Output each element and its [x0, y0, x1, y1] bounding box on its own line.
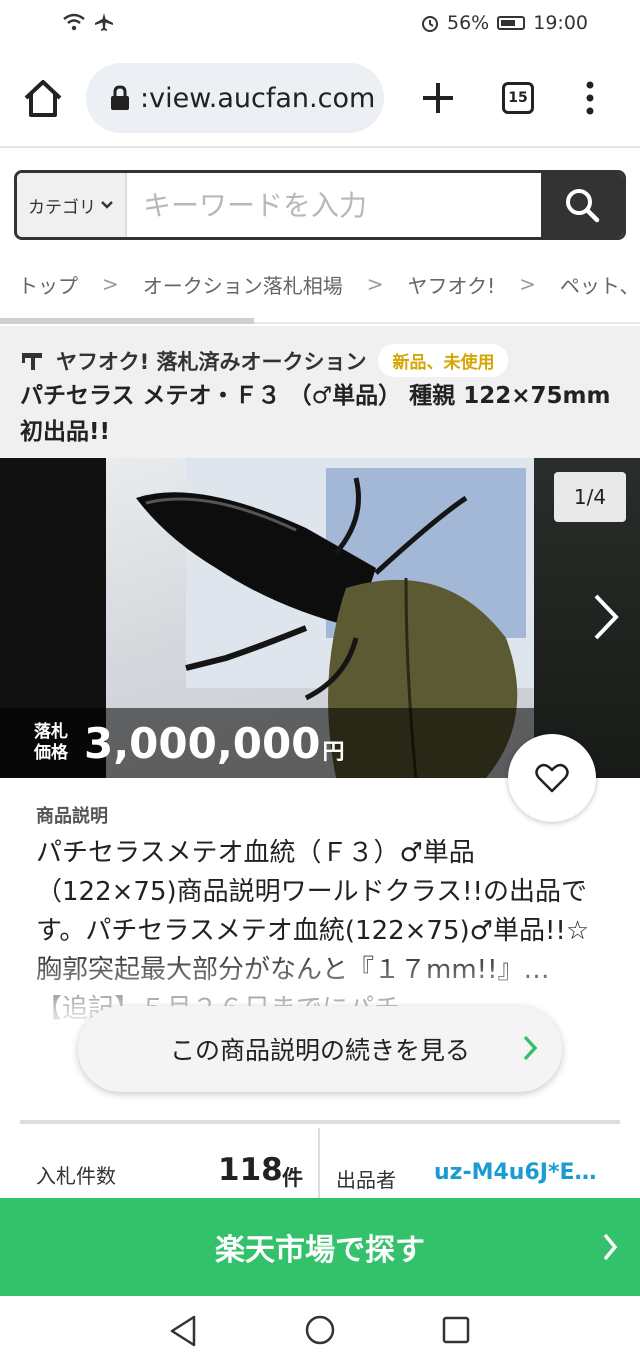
breadcrumb: トップ > オークション落札相場 > ヤフオク! > ペット、 [18, 266, 640, 302]
wifi-icon [63, 13, 85, 31]
airplane-mode-icon [95, 13, 113, 31]
show-more-description-button[interactable]: この商品説明の続きを見る [78, 1006, 562, 1092]
url-text: :view.aucfan.com [140, 82, 376, 114]
description-label: 商品説明 [36, 806, 108, 827]
category-select[interactable]: カテゴリ [17, 173, 127, 237]
home-icon[interactable] [22, 78, 64, 118]
search-icon [566, 189, 600, 223]
tab-switcher-button[interactable]: 15 [502, 82, 534, 114]
breadcrumb-item-auction-prices[interactable]: オークション落札相場 [143, 270, 343, 299]
condition-badge: 新品、未使用 [378, 344, 509, 377]
chevron-right-icon [523, 1035, 538, 1061]
price-strip: 落札 価格 3,000,000 円 [0, 708, 534, 778]
new-tab-icon[interactable] [420, 80, 456, 116]
yahoo-auction-logo-icon [22, 352, 42, 370]
chevron-right-icon [603, 1233, 618, 1261]
search-rakuten-label: 楽天市場で探す [215, 1233, 425, 1268]
recent-apps-icon[interactable] [442, 1316, 470, 1344]
browser-toolbar: :view.aucfan.com 15 [0, 48, 640, 148]
bids-label: 入札件数 [36, 1164, 116, 1188]
price-unit: 円 [322, 740, 345, 765]
status-bar: 56% 19:00 [0, 0, 640, 48]
product-title: パチセラス メテオ・Ｆ３ （♂単品） 種親 122×75mm 初出品!! [20, 383, 611, 445]
bids-unit: 件 [282, 1166, 303, 1190]
price-label: 落札 価格 [34, 722, 74, 764]
winning-price: 3,000,000 [84, 718, 321, 768]
status-left [62, 12, 114, 32]
heart-icon [535, 763, 569, 793]
breadcrumb-item-yahoo-auction[interactable]: ヤフオク! [408, 270, 496, 299]
auction-source: ヤフオク! 落札済みオークション [56, 349, 367, 374]
system-navigation-bar [0, 1296, 640, 1370]
category-select-label: カテゴリ [28, 197, 96, 218]
lock-icon [111, 85, 129, 110]
stats-divider [20, 1120, 620, 1124]
chevron-right-icon: > [366, 272, 384, 296]
clock: 19:00 [533, 12, 588, 34]
chevron-right-icon: > [519, 272, 536, 296]
alarm-icon [422, 16, 438, 32]
seller-label: 出品者 [336, 1168, 396, 1192]
status-right: 56% 19:00 [421, 12, 588, 34]
address-bar[interactable]: :view.aucfan.com [86, 63, 384, 133]
chevron-down-icon [101, 201, 113, 209]
home-circle-icon[interactable] [304, 1314, 336, 1346]
stats-vertical-divider [318, 1128, 320, 1200]
battery-icon [497, 16, 526, 30]
breadcrumb-item-top[interactable]: トップ [18, 270, 78, 299]
chevron-right-icon[interactable] [590, 592, 620, 642]
product-header: ヤフオク! 落札済みオークション 新品、未使用 パチセラス メテオ・Ｆ３ （♂単… [0, 326, 640, 458]
stats-row: 入札件数 118 件 出品者 uz-M4u6J*E… [0, 1128, 640, 1200]
back-icon[interactable] [168, 1314, 198, 1348]
search-bar: カテゴリ [14, 170, 626, 240]
seller-link[interactable]: uz-M4u6J*E… [434, 1160, 597, 1185]
bids-count: 118 [218, 1152, 283, 1188]
more-vert-icon[interactable] [582, 80, 598, 116]
favorite-button[interactable] [508, 734, 596, 822]
breadcrumb-scroll-indicator [0, 318, 254, 324]
search-input[interactable] [127, 173, 541, 237]
image-counter: 1/4 [554, 472, 626, 522]
show-more-label: この商品説明の続きを見る [169, 1036, 470, 1065]
auction-source-line: ヤフオク! 落札済みオークション 新品、未使用 [20, 344, 509, 377]
breadcrumb-item-pets[interactable]: ペット、 [560, 270, 640, 299]
search-rakuten-button[interactable]: 楽天市場で探す [0, 1198, 640, 1296]
battery-percent: 56% [447, 12, 490, 34]
chevron-right-icon: > [102, 272, 119, 296]
search-button[interactable] [541, 173, 623, 237]
price-label-line-1: 落札 [34, 722, 68, 742]
price-label-line-2: 価格 [34, 743, 68, 763]
